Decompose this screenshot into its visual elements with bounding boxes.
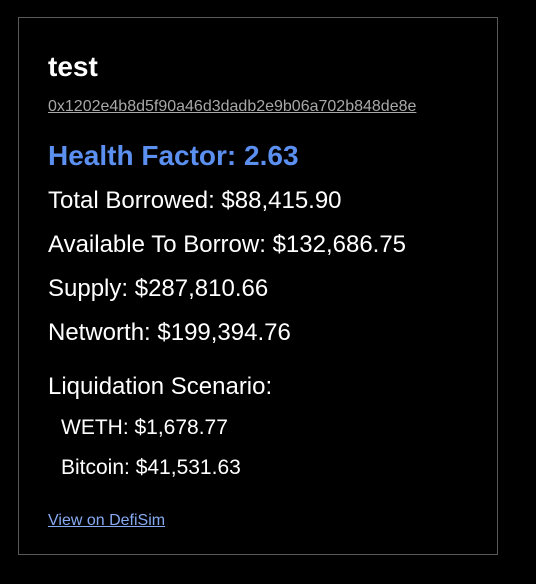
total-borrowed: Total Borrowed: $88,415.90 <box>48 187 342 214</box>
account-address-link[interactable]: 0x1202e4b8d5f90a46d3dadb2e9b06a702b848de… <box>48 97 416 117</box>
account-card: test 0x1202e4b8d5f90a46d3dadb2e9b06a702b… <box>18 17 498 555</box>
networth: Networth: $199,394.76 <box>48 319 291 346</box>
supply: Supply: $287,810.66 <box>48 275 269 302</box>
available-to-borrow: Available To Borrow: $132,686.75 <box>48 231 407 258</box>
account-name: test <box>48 51 98 82</box>
liquidation-item-weth: WETH: $1,678.77 <box>61 416 228 439</box>
liquidation-scenario-title: Liquidation Scenario: <box>48 373 273 400</box>
liquidation-item-bitcoin: Bitcoin: $41,531.63 <box>61 456 241 479</box>
health-factor: Health Factor: 2.63 <box>48 140 299 171</box>
view-on-defisim-link[interactable]: View on DefiSim <box>48 511 165 531</box>
